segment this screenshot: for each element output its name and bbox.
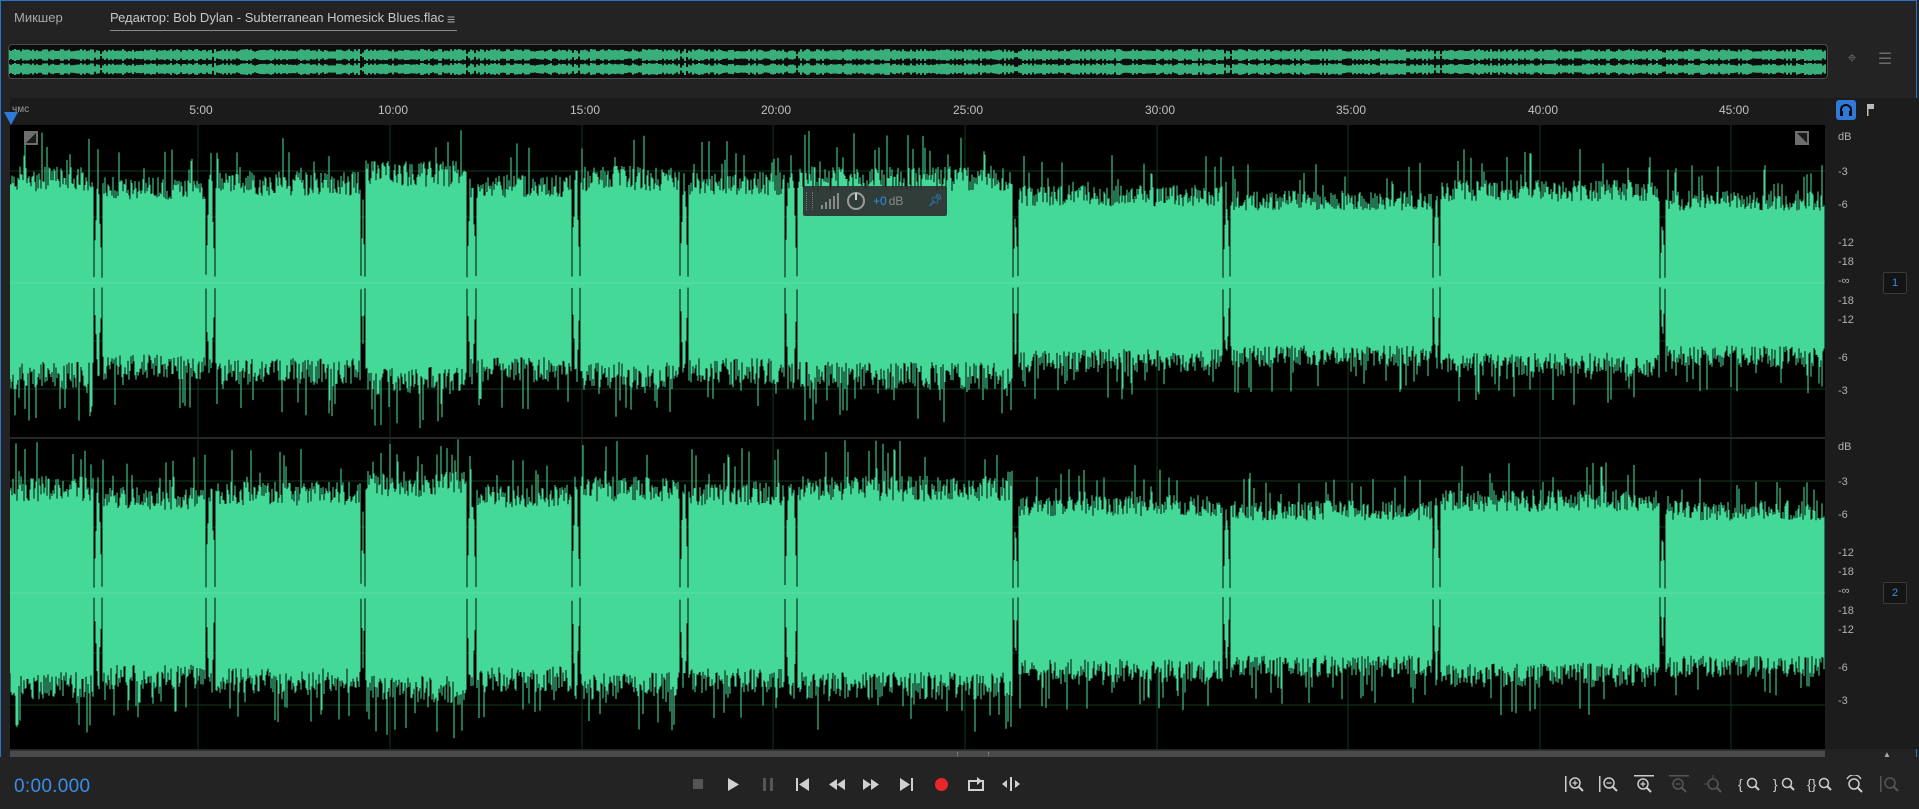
zoom-in-at-start-icon[interactable]: { — [1736, 771, 1764, 797]
overview-waveform-graphic — [9, 49, 1826, 75]
zoom-to-selection-icon[interactable]: ⌖ — [1841, 48, 1863, 70]
go-to-start-button[interactable] — [789, 771, 815, 797]
db-scale-label: -∞ — [1838, 275, 1850, 287]
zoom-in-amplitude-icon[interactable] — [1561, 771, 1589, 797]
db-scale-label: -3 — [1838, 385, 1848, 397]
ruler-label: 35:00 — [1335, 103, 1367, 117]
zoom-reset-icon[interactable] — [1841, 771, 1869, 797]
db-scale-label: -18 — [1838, 566, 1854, 578]
ruler-label: 15:00 — [569, 103, 601, 117]
list-view-icon[interactable]: ☰ — [1874, 48, 1896, 70]
ruler-label: 40:00 — [1527, 103, 1559, 117]
fade-out-handle-icon[interactable] — [1795, 131, 1809, 145]
db-scale-label: -18 — [1838, 295, 1854, 307]
ruler-label: 30:00 — [1144, 103, 1176, 117]
rewind-button[interactable] — [824, 771, 850, 797]
zoom-in-time-icon[interactable] — [1630, 771, 1658, 797]
db-scale-label: -3 — [1838, 695, 1848, 707]
ruler-label: 5:00 — [189, 103, 213, 117]
active-tab-underline — [110, 30, 457, 31]
db-header: dB — [1838, 131, 1852, 143]
zoom-out-amplitude-icon[interactable] — [1595, 771, 1623, 797]
fade-in-handle-icon[interactable] — [24, 131, 38, 145]
channel-badge-2[interactable]: 2 — [1883, 582, 1907, 604]
go-to-end-button[interactable] — [893, 771, 919, 797]
current-time-display[interactable]: 0:00.000 — [14, 776, 90, 798]
overview-wave-path — [9, 49, 1826, 75]
db-scale-label: -12 — [1838, 237, 1854, 249]
db-scale-label: -6 — [1838, 352, 1848, 364]
db-scale-label: -3 — [1838, 166, 1848, 178]
marker-icon[interactable] — [1863, 100, 1879, 120]
db-scale-label: -12 — [1838, 314, 1854, 326]
db-scale-label: -12 — [1838, 547, 1854, 559]
ruler-label: 25:00 — [952, 103, 984, 117]
panel-tabs: Микшер Редактор: Bob Dylan - Subterranea… — [0, 0, 1919, 38]
skip-selection-button[interactable] — [998, 771, 1024, 797]
db-header: dB — [1838, 441, 1852, 453]
loop-playback-button[interactable] — [963, 771, 989, 797]
pin-icon[interactable]: 📌︎ — [928, 193, 943, 207]
waveform-channel-1 — [10, 130, 1825, 429]
db-scale-label: -3 — [1838, 476, 1848, 488]
zoom-in-at-end-icon[interactable]: } — [1771, 771, 1799, 797]
fast-forward-button[interactable] — [858, 771, 884, 797]
svg-text:{: { — [1738, 776, 1743, 792]
volume-knob[interactable] — [847, 192, 865, 210]
zoom-selection-full-icon[interactable] — [1876, 771, 1904, 797]
headphone-icon[interactable] — [1836, 100, 1856, 120]
record-button[interactable] — [928, 771, 954, 797]
pause-button[interactable] — [755, 771, 781, 797]
amplitude-ruler — [1825, 98, 1919, 749]
volume-hud: +0 dB 📌︎ — [803, 186, 947, 216]
db-scale-label: -12 — [1838, 624, 1854, 636]
ruler-label: 10:00 — [377, 103, 409, 117]
level-meter-icon — [821, 193, 839, 209]
hud-grip[interactable] — [806, 192, 813, 210]
waveform-channel-2 — [10, 439, 1825, 739]
db-scale-label: -18 — [1838, 256, 1854, 268]
time-ruler[interactable]: чмс 5:00 10:00 15:00 20:00 25:00 30:00 3… — [10, 98, 1825, 126]
channel-divider[interactable] — [10, 437, 1825, 439]
tab-editor[interactable]: Редактор: Bob Dylan - Subterranean Homes… — [110, 10, 444, 25]
playhead-marker[interactable] — [4, 112, 18, 125]
tab-mixer[interactable]: Микшер — [14, 10, 63, 25]
stop-button[interactable] — [685, 771, 711, 797]
channel-badge-1[interactable]: 1 — [1883, 272, 1907, 294]
overview-waveform[interactable] — [8, 44, 1828, 79]
hamburger-menu-icon[interactable]: ≡ — [447, 11, 455, 27]
db-scale-label: -6 — [1838, 199, 1848, 211]
zoom-out-time-icon[interactable] — [1665, 771, 1693, 797]
ruler-label: 45:00 — [1718, 103, 1750, 117]
volume-unit: dB — [888, 194, 904, 208]
svg-text:}: } — [1773, 776, 1778, 792]
db-scale-label: -6 — [1838, 662, 1848, 674]
zoom-to-selection-icon[interactable]: {} — [1806, 771, 1834, 797]
svg-text:{}: {} — [1807, 776, 1817, 792]
zoom-out-full-icon[interactable] — [1700, 771, 1728, 797]
db-scale-label: -∞ — [1838, 585, 1850, 597]
play-button[interactable] — [720, 771, 746, 797]
ruler-label: 20:00 — [760, 103, 792, 117]
db-scale-label: -18 — [1838, 605, 1854, 617]
db-scale-label: -6 — [1838, 509, 1848, 521]
volume-value[interactable]: +0 — [873, 194, 887, 208]
scrollbar-grip — [957, 752, 989, 756]
